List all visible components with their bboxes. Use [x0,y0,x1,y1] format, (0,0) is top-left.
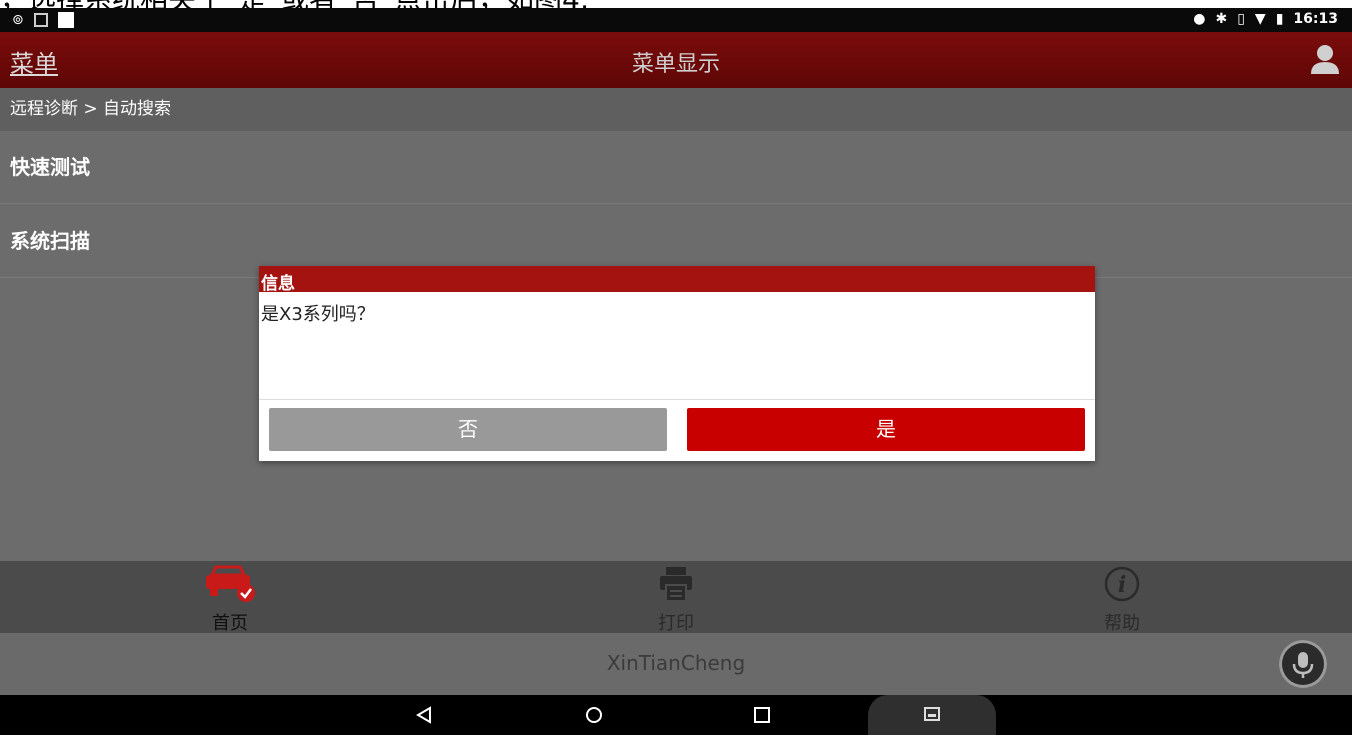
car-check-icon [206,565,255,602]
nav-print[interactable]: 打印 [616,565,736,635]
info-icon: i [1104,566,1140,602]
recents-icon[interactable] [752,705,772,725]
header-bar: 菜单 菜单显示 [0,32,1352,88]
wifi-icon: ▼ [1254,11,1266,27]
dialog-title: 信息 [261,274,295,294]
nav-print-label: 打印 [658,613,694,634]
yes-button[interactable]: 是 [687,408,1085,451]
bottom-nav: 首页 打印 i 帮助 [0,561,1352,635]
brand-name: XinTianCheng [606,651,746,675]
no-button[interactable]: 否 [269,408,667,451]
microphone-button[interactable] [1279,640,1327,688]
breadcrumb: 远程诊断 > 自动搜索 [0,88,1352,131]
dialog-message: 是X3系列吗？ [261,304,375,325]
notification-icon: ⊚ [12,12,24,28]
top-caption: ，选择系统相关于“是”或者“否”点击后，如图4; [0,0,1352,8]
system-nav-bar [0,695,1352,735]
status-bar: ⊚ ● ✱ ▯ ▼ ▮ 16:13 [0,8,1352,32]
menu-item-quick-test[interactable]: 快速测试 [0,131,1352,204]
battery-icon: ▮ [1275,11,1284,27]
nav-home[interactable]: 首页 [170,565,290,635]
nav-help[interactable]: i 帮助 [1062,565,1182,635]
nav-help-label: 帮助 [1104,613,1140,634]
home-icon[interactable] [584,705,604,725]
microphone-icon [1292,652,1314,678]
image-icon [924,707,940,721]
printer-icon [660,567,692,602]
page-title: 菜单显示 [631,52,720,77]
vibrate-icon: ▯ [1237,11,1245,27]
nav-home-label: 首页 [212,613,248,634]
screenshot-icon [33,13,48,27]
status-time: 16:13 [1293,11,1338,27]
bluetooth-icon: ✱ [1215,11,1228,27]
dialog-divider [259,399,1095,400]
dialog-titlebar: 信息 [259,266,1095,294]
screenshot-pill[interactable] [868,695,996,735]
svg-text:i: i [1118,572,1126,598]
location-icon: ● [1193,11,1206,27]
user-icon[interactable] [1308,42,1342,76]
back-icon[interactable] [414,705,434,725]
info-dialog: 信息 是X3系列吗？ 否 是 [259,266,1095,461]
brand-bar: XinTianCheng [0,633,1352,695]
app-icon [57,12,74,28]
